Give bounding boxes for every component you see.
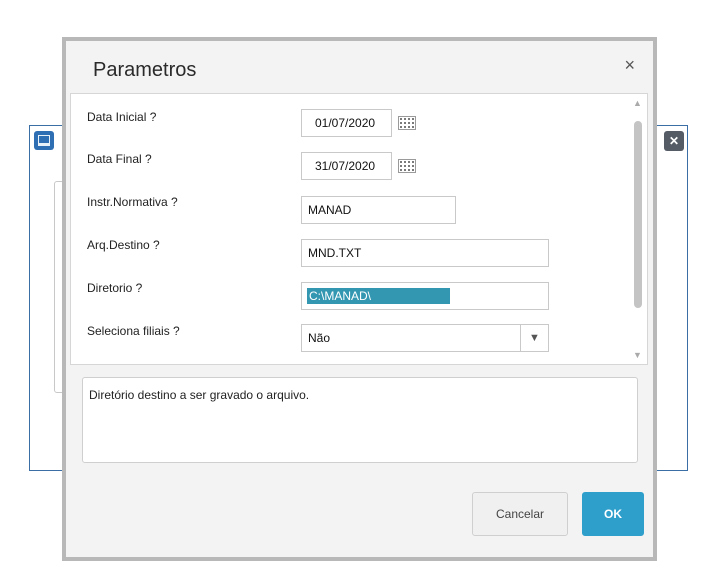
param-label-seleciona-filiais: Seleciona filiais ? [87,324,180,338]
data-inicial-input[interactable]: 01/07/2020 [301,109,392,137]
param-label-instr-normativa: Instr.Normativa ? [87,195,178,209]
arq-destino-input[interactable]: MND.TXT [301,239,549,267]
scroll-up-icon[interactable]: ▲ [633,98,642,108]
vertical-scrollbar[interactable]: ▲ ▼ [629,94,647,364]
param-label-arq-destino: Arq.Destino ? [87,238,160,252]
dialog-title: Parametros [93,59,197,81]
parameters-panel: Data Inicial ? 01/07/2020 Data Final ? 3… [70,93,648,365]
chevron-down-icon[interactable]: ▼ [520,325,548,351]
instr-normativa-input[interactable]: MANAD [301,196,456,224]
scroll-thumb[interactable] [634,121,642,308]
seleciona-filiais-select[interactable]: Não ▼ [301,324,549,352]
window-app-icon [34,131,54,150]
seleciona-filiais-value: Não [308,331,331,345]
diretorio-input[interactable]: C:\MANAD\ [301,282,549,310]
ok-button[interactable]: OK [582,492,644,536]
param-label-data-final: Data Final ? [87,152,152,166]
close-icon[interactable]: × [624,55,635,76]
diretorio-selected-value: C:\MANAD\ [307,288,450,304]
dialog-header: Parametros × [66,41,653,93]
help-text-box: Diretório destino a ser gravado o arquiv… [82,377,638,463]
cancel-button[interactable]: Cancelar [472,492,568,536]
calendar-icon[interactable] [398,159,416,173]
scroll-down-icon[interactable]: ▼ [633,350,642,360]
parametros-dialog: Parametros × Data Inicial ? 01/07/2020 D… [62,37,657,561]
data-final-input[interactable]: 31/07/2020 [301,152,392,180]
background-close-icon[interactable]: ✕ [664,131,684,151]
param-label-data-inicial: Data Inicial ? [87,110,157,124]
calendar-icon[interactable] [398,116,416,130]
param-label-diretorio: Diretorio ? [87,281,143,295]
